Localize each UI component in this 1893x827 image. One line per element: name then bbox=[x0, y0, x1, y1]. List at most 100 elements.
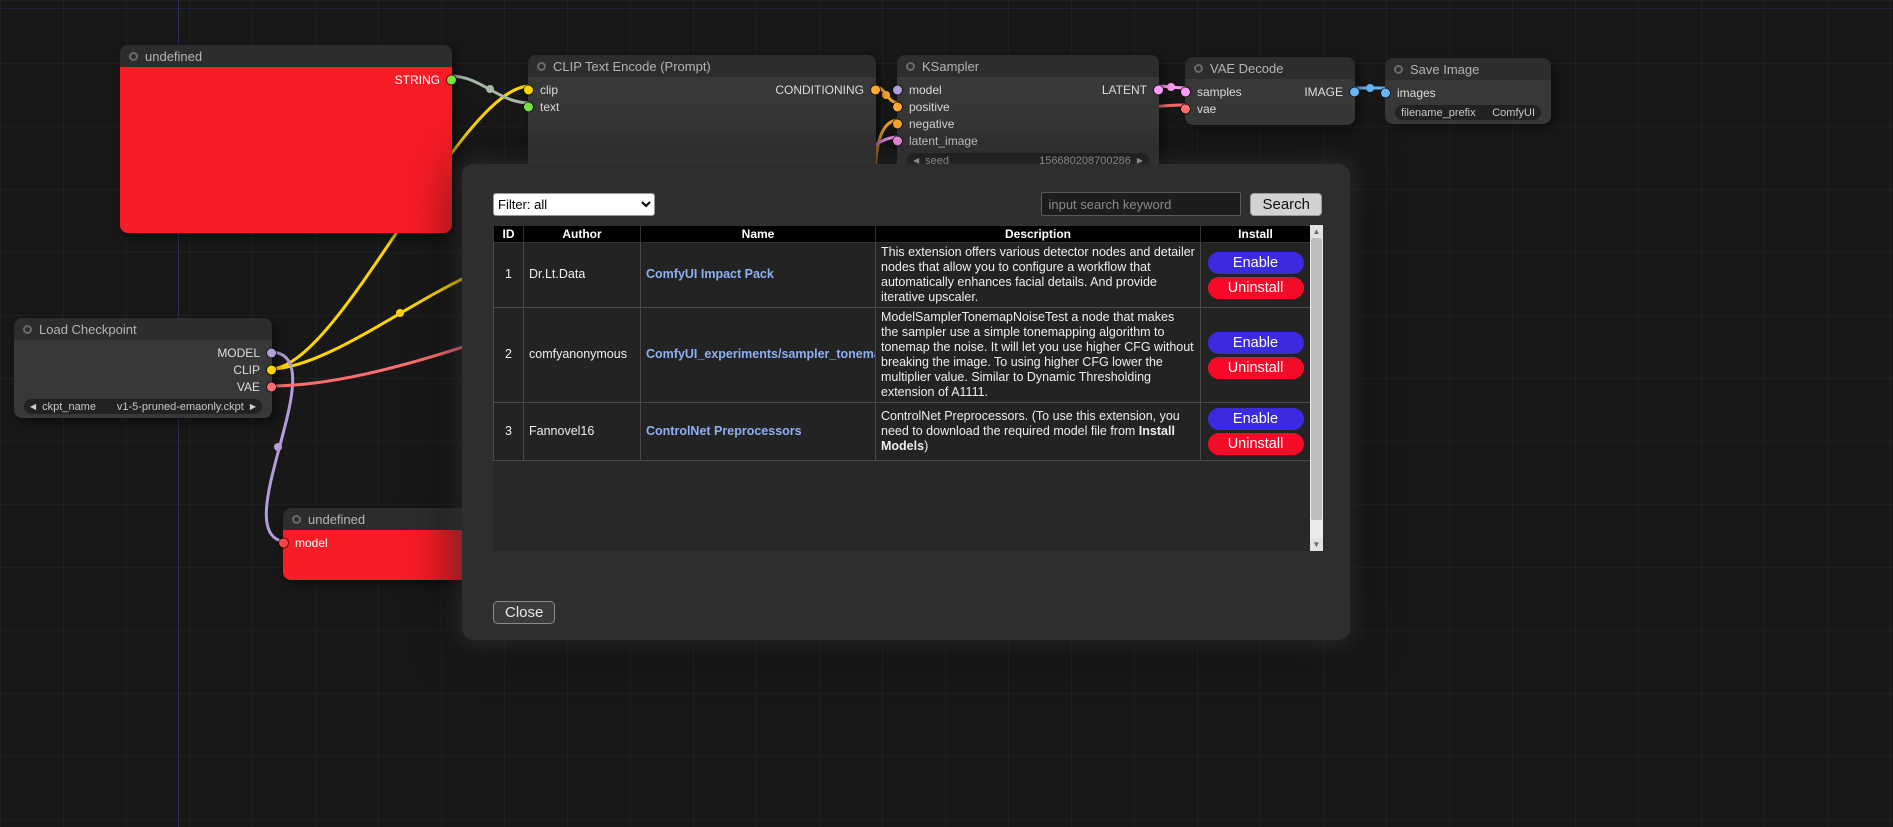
slot-label: latent_image bbox=[909, 134, 978, 148]
node-status-icon bbox=[537, 62, 546, 71]
node-status-icon bbox=[1194, 64, 1203, 73]
close-button[interactable]: Close bbox=[493, 601, 555, 624]
header-name: Name bbox=[641, 226, 876, 243]
node-header[interactable]: KSampler bbox=[897, 55, 1159, 77]
model-output-port[interactable] bbox=[267, 348, 276, 357]
images-input-port[interactable] bbox=[1381, 88, 1390, 97]
cell-id: 3 bbox=[494, 403, 524, 461]
output-slot-image[interactable]: IMAGE bbox=[1304, 83, 1355, 100]
dialog-controls: Filter: all Search bbox=[493, 192, 1322, 216]
slot-label: samples bbox=[1197, 85, 1242, 99]
enable-button[interactable]: Enable bbox=[1208, 332, 1304, 354]
ckpt-name-widget[interactable]: ◀ ckpt_name v1-5-pruned-emaonly.ckpt ▶ bbox=[24, 399, 262, 414]
extension-link[interactable]: ComfyUI Impact Pack bbox=[646, 267, 774, 281]
node-title: Save Image bbox=[1410, 62, 1479, 77]
header-author: Author bbox=[524, 226, 641, 243]
prev-arrow-icon[interactable]: ◀ bbox=[30, 403, 36, 411]
header-description: Description bbox=[876, 226, 1201, 243]
latent-image-input-port[interactable] bbox=[893, 136, 902, 145]
output-slot-clip[interactable]: CLIP bbox=[233, 361, 272, 378]
wire-midpoint-dot bbox=[486, 85, 494, 93]
extension-manager-dialog: Filter: all Search ID Author Name Descri… bbox=[462, 164, 1350, 640]
slot-label: negative bbox=[909, 117, 954, 131]
string-output-port[interactable] bbox=[447, 75, 456, 84]
slot-label: positive bbox=[909, 100, 950, 114]
slot-label: IMAGE bbox=[1304, 85, 1343, 99]
node-header[interactable]: Save Image bbox=[1385, 58, 1551, 80]
clip-output-port[interactable] bbox=[267, 365, 276, 374]
node-save-image[interactable]: Save Image images filename_prefix ComfyU… bbox=[1385, 58, 1551, 124]
enable-button[interactable]: Enable bbox=[1208, 408, 1304, 430]
conditioning-output-port[interactable] bbox=[871, 85, 880, 94]
input-slot-text[interactable]: text bbox=[528, 98, 559, 115]
clip-input-port[interactable] bbox=[524, 85, 533, 94]
table-scrollbar[interactable]: ▲ ▼ bbox=[1310, 225, 1323, 551]
scroll-up-icon[interactable]: ▲ bbox=[1310, 225, 1323, 238]
input-slot-positive[interactable]: positive bbox=[897, 98, 950, 115]
input-slot-images[interactable]: images bbox=[1385, 84, 1436, 101]
wire-midpoint-dot bbox=[1366, 84, 1374, 92]
extension-link[interactable]: ComfyUI_experiments/sampler_tonemap bbox=[646, 347, 876, 361]
input-slot-clip[interactable]: clip bbox=[528, 81, 558, 98]
table-row: 3 Fannovel16 ControlNet Preprocessors Co… bbox=[494, 403, 1311, 461]
node-title: VAE Decode bbox=[1210, 61, 1283, 76]
output-slot-conditioning[interactable]: CONDITIONING bbox=[775, 81, 876, 98]
node-header[interactable]: undefined bbox=[120, 45, 452, 67]
input-slot-vae[interactable]: vae bbox=[1185, 100, 1216, 117]
scroll-down-icon[interactable]: ▼ bbox=[1310, 538, 1323, 551]
node-load-checkpoint[interactable]: Load Checkpoint MODEL CLIP VAE bbox=[14, 318, 272, 418]
node-title: undefined bbox=[145, 49, 202, 64]
slot-label: CLIP bbox=[233, 363, 260, 377]
cell-description: ModelSamplerTonemapNoiseTest a node that… bbox=[876, 308, 1201, 403]
slot-label: VAE bbox=[237, 380, 260, 394]
wire-midpoint-dot bbox=[396, 309, 404, 317]
filename-prefix-widget[interactable]: filename_prefix ComfyUI bbox=[1395, 105, 1541, 120]
slot-label: MODEL bbox=[217, 346, 260, 360]
model-input-port[interactable] bbox=[893, 85, 902, 94]
search-input[interactable] bbox=[1041, 192, 1241, 216]
table-row: 2 comfyanonymous ComfyUI_experiments/sam… bbox=[494, 308, 1311, 403]
uninstall-button[interactable]: Uninstall bbox=[1208, 433, 1304, 455]
node-header[interactable]: Load Checkpoint bbox=[14, 318, 272, 340]
widget-value: ComfyUI bbox=[1492, 107, 1535, 119]
header-id: ID bbox=[494, 226, 524, 243]
vae-input-port[interactable] bbox=[1181, 104, 1190, 113]
node-header[interactable]: CLIP Text Encode (Prompt) bbox=[528, 55, 876, 77]
cell-author: Fannovel16 bbox=[524, 403, 641, 461]
next-arrow-icon[interactable]: ▶ bbox=[250, 403, 256, 411]
samples-input-port[interactable] bbox=[1181, 87, 1190, 96]
image-output-port[interactable] bbox=[1350, 87, 1359, 96]
scrollbar-thumb[interactable] bbox=[1311, 238, 1322, 520]
output-slot-latent[interactable]: LATENT bbox=[1102, 81, 1159, 98]
cell-description: ControlNet Preprocessors. (To use this e… bbox=[876, 403, 1201, 461]
enable-button[interactable]: Enable bbox=[1208, 252, 1304, 274]
positive-input-port[interactable] bbox=[893, 102, 902, 111]
output-slot-vae[interactable]: VAE bbox=[237, 378, 272, 395]
extension-link[interactable]: ControlNet Preprocessors bbox=[646, 424, 802, 438]
input-slot-samples[interactable]: samples bbox=[1185, 83, 1242, 100]
negative-input-port[interactable] bbox=[893, 119, 902, 128]
cell-description: This extension offers various detector n… bbox=[876, 243, 1201, 308]
slot-label: text bbox=[540, 100, 559, 114]
wire-midpoint-dot bbox=[882, 91, 890, 99]
filter-select[interactable]: Filter: all bbox=[493, 193, 655, 216]
input-slot-latent-image[interactable]: latent_image bbox=[897, 132, 978, 149]
input-slot-negative[interactable]: negative bbox=[897, 115, 954, 132]
uninstall-button[interactable]: Uninstall bbox=[1208, 357, 1304, 379]
node-header[interactable]: VAE Decode bbox=[1185, 57, 1355, 79]
vae-output-port[interactable] bbox=[267, 382, 276, 391]
node-undefined-top[interactable]: undefined STRING bbox=[120, 45, 452, 233]
text-input-port[interactable] bbox=[524, 102, 533, 111]
node-vae-decode[interactable]: VAE Decode samples IMAGE vae bbox=[1185, 57, 1355, 125]
search-button[interactable]: Search bbox=[1250, 193, 1322, 216]
input-slot-model[interactable]: model bbox=[283, 534, 328, 551]
latent-output-port[interactable] bbox=[1154, 85, 1163, 94]
model-input-port[interactable] bbox=[279, 538, 288, 547]
input-slot-model[interactable]: model bbox=[897, 81, 942, 98]
uninstall-button[interactable]: Uninstall bbox=[1208, 277, 1304, 299]
cell-id: 1 bbox=[494, 243, 524, 308]
output-slot-string[interactable]: STRING bbox=[395, 71, 452, 88]
output-slot-model[interactable]: MODEL bbox=[217, 344, 272, 361]
node-status-icon bbox=[292, 515, 301, 524]
slot-label: CONDITIONING bbox=[775, 83, 864, 97]
